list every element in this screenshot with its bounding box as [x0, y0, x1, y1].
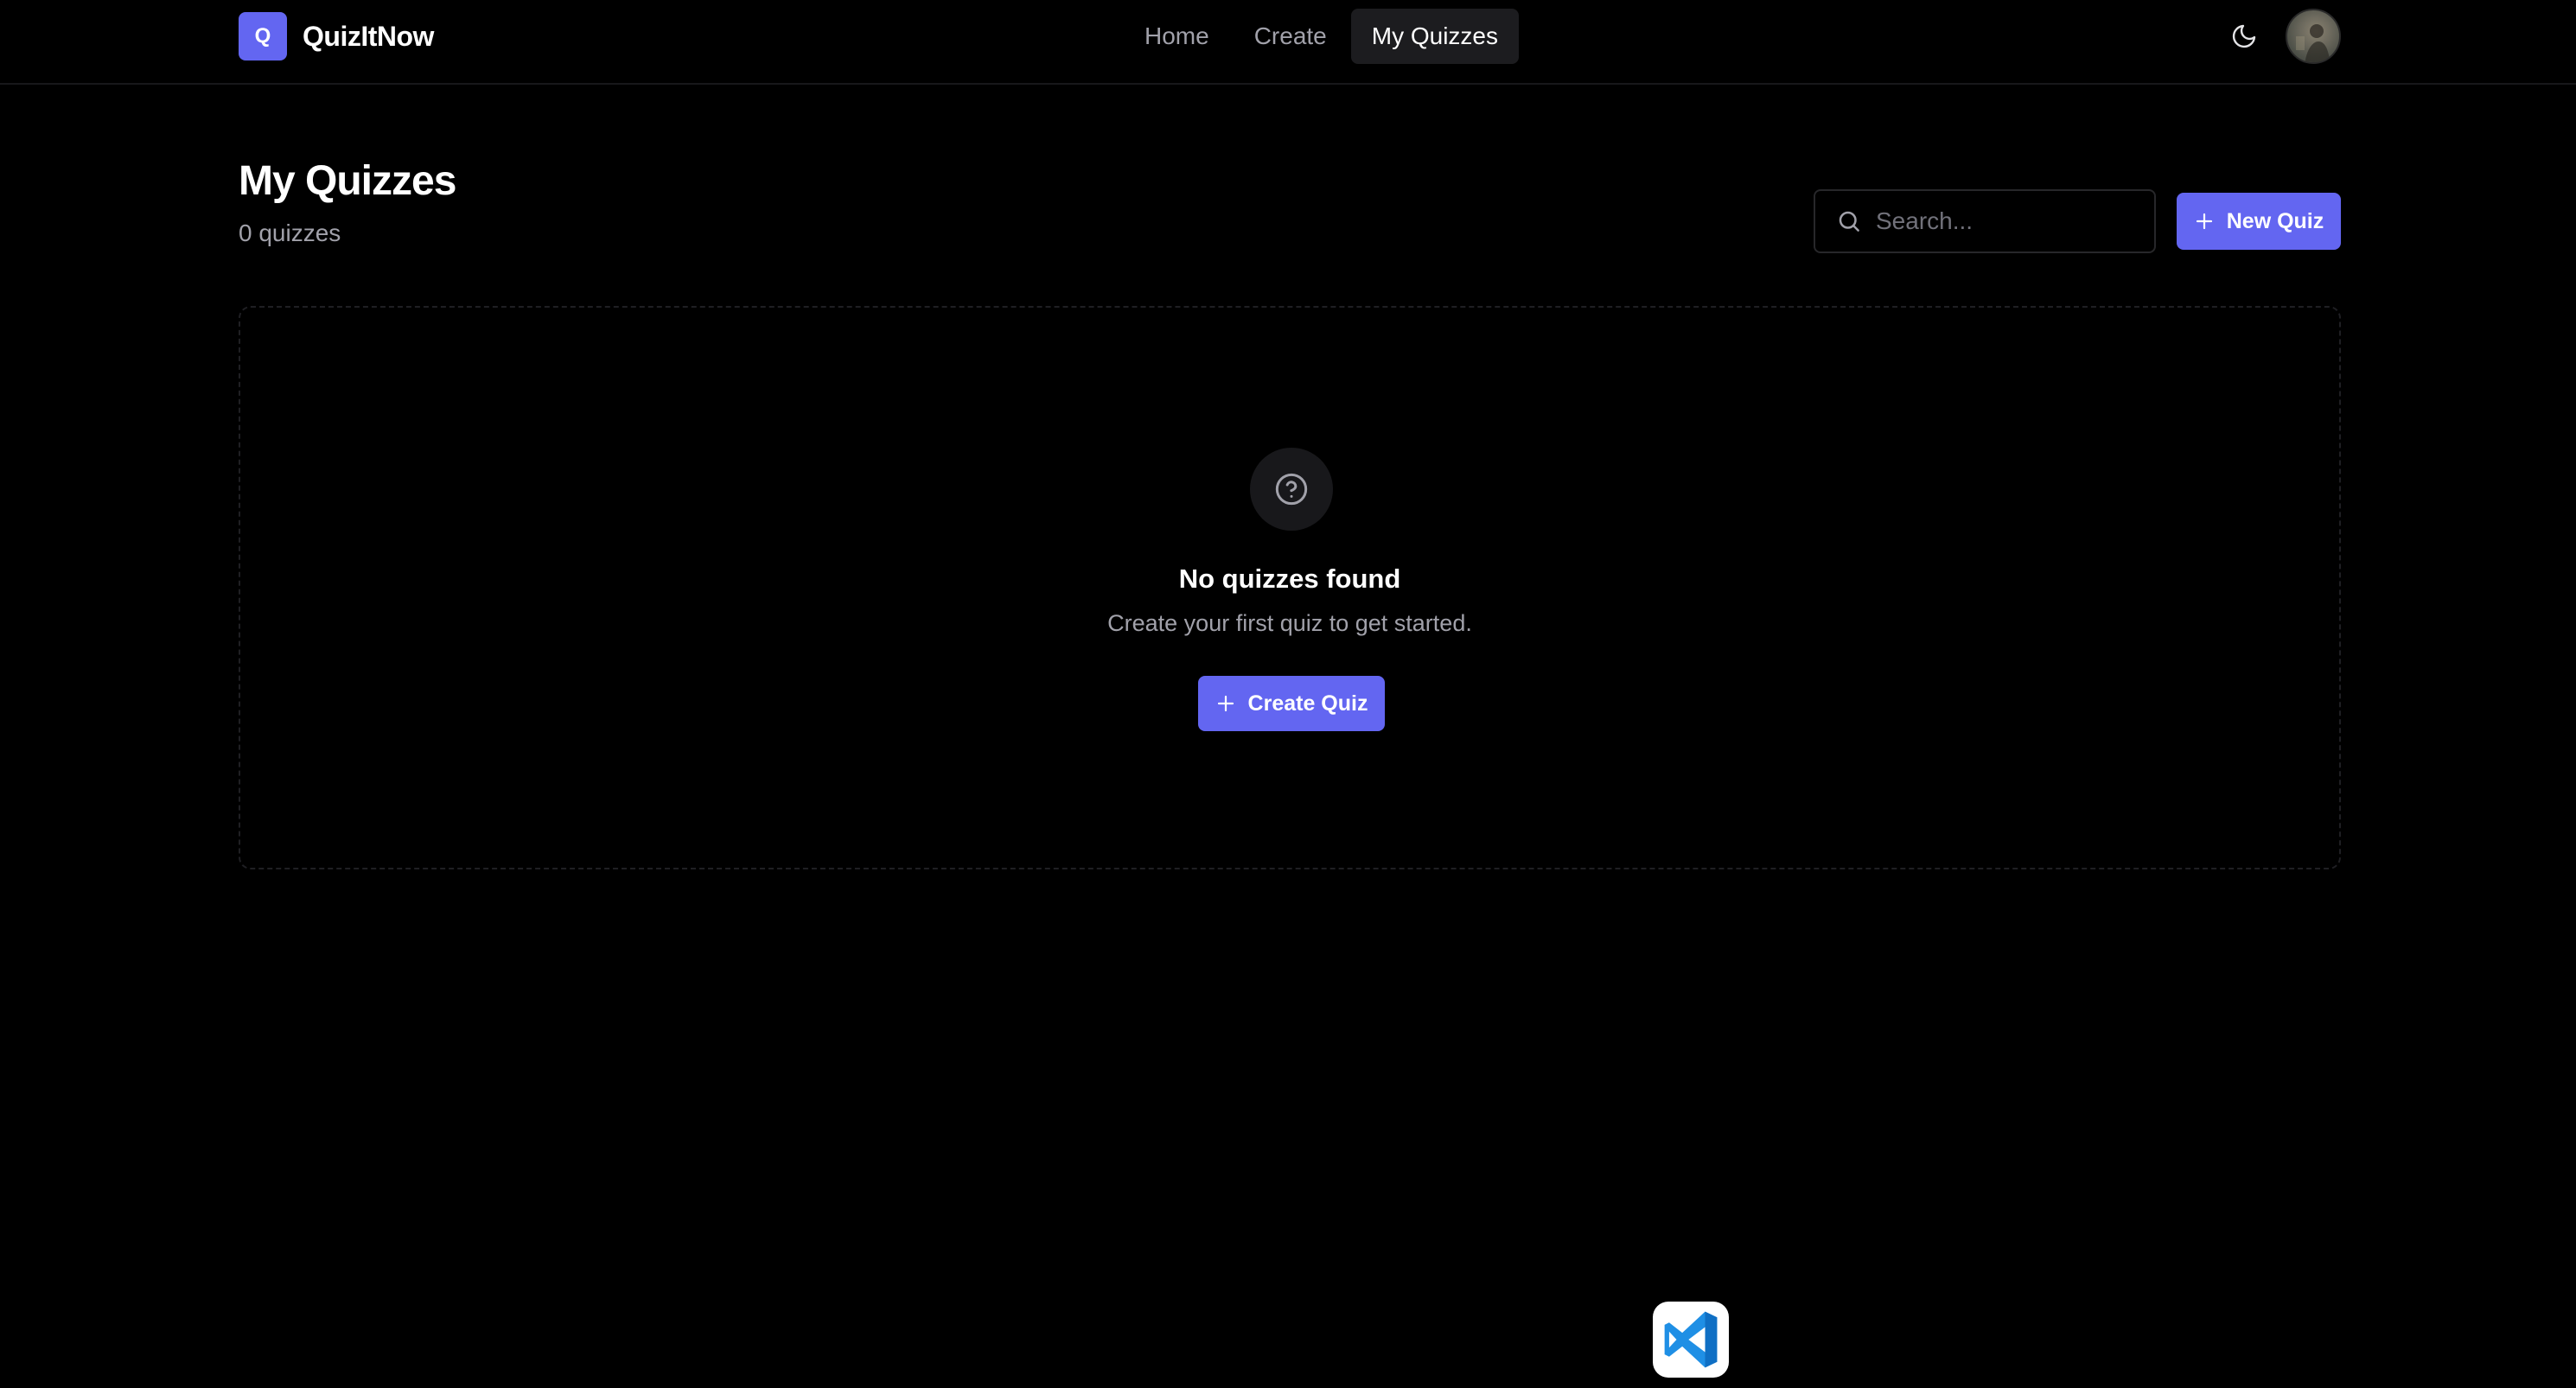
main-nav: Home Create My Quizzes: [1124, 9, 1519, 64]
new-quiz-label: New Quiz: [2226, 208, 2324, 233]
avatar-image: [2296, 24, 2331, 62]
search-icon: [1839, 211, 1859, 232]
brand-name: QuizItNow: [303, 20, 434, 52]
vscode-dock-button[interactable]: [1653, 1302, 1729, 1378]
create-quiz-label: Create Quiz: [1247, 691, 1368, 716]
vscode-icon: [1664, 1311, 1718, 1368]
nav-my-quizzes-link[interactable]: My Quizzes: [1350, 9, 1519, 64]
moon-icon: [2232, 24, 2256, 48]
brand-link[interactable]: Q QuizItNow: [239, 12, 434, 60]
plus-icon: [2196, 213, 2212, 230]
create-quiz-button[interactable]: Create Quiz: [1198, 676, 1385, 731]
theme-toggle-button[interactable]: [2220, 16, 2268, 57]
nav-home-link[interactable]: Home: [1124, 9, 1230, 64]
quiz-count: 0 quizzes: [239, 220, 341, 246]
empty-state-description: Create your first quiz to get started.: [1107, 610, 1472, 636]
page-title: My Quizzes: [239, 158, 456, 204]
empty-state-panel: No quizzes found Create your first quiz …: [239, 306, 2341, 869]
brand-logo: Q: [239, 12, 287, 60]
plus-icon: [1217, 695, 1234, 712]
user-avatar[interactable]: [2286, 9, 2341, 64]
search-input[interactable]: [1876, 191, 2188, 251]
help-circle-icon: [1275, 473, 1308, 506]
top-navbar: Q QuizItNow Home Create My Quizzes: [0, 0, 2576, 85]
search-box: [1814, 189, 2188, 253]
empty-state-icon-badge: [1250, 448, 1333, 531]
new-quiz-button[interactable]: New Quiz: [2177, 193, 2341, 250]
empty-state-title: No quizzes found: [1178, 563, 1401, 594]
nav-create-link[interactable]: Create: [1234, 9, 1348, 64]
